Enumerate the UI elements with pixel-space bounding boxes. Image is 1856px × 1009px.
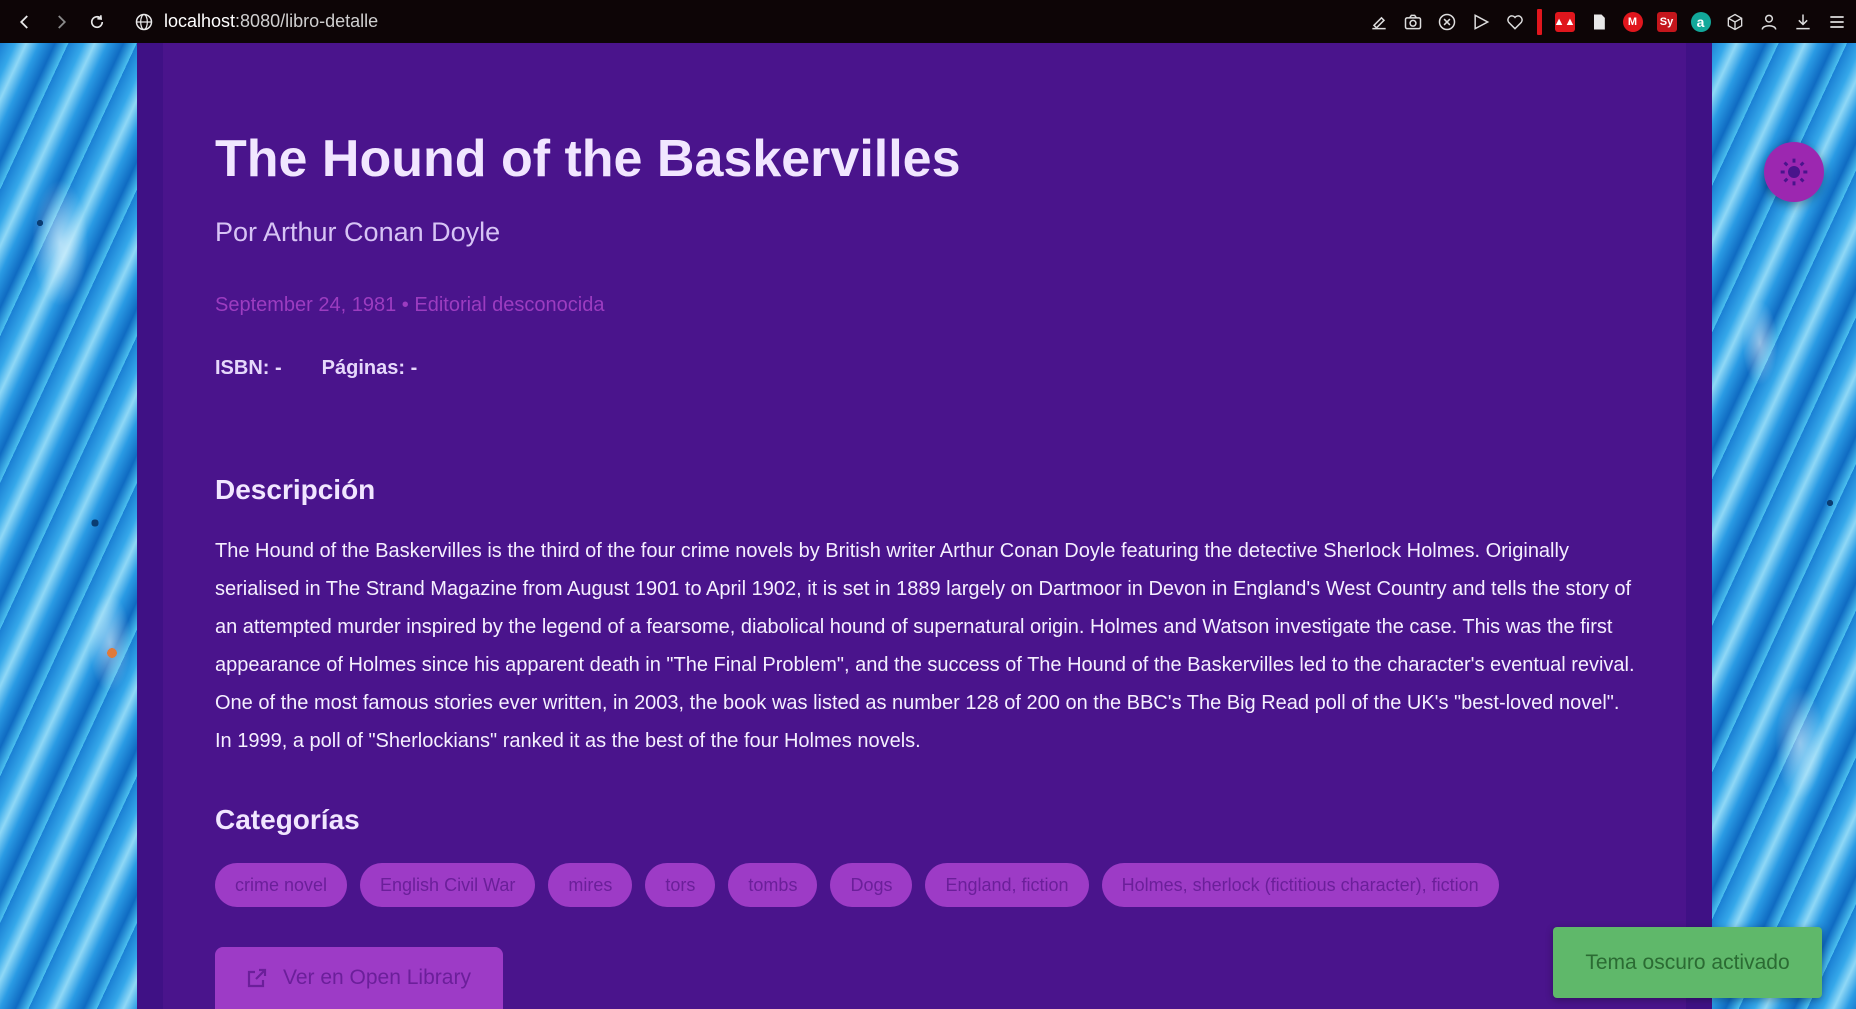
category-tag[interactable]: English Civil War xyxy=(360,863,536,907)
profile-button[interactable] xyxy=(1757,10,1780,33)
block-button[interactable] xyxy=(1435,10,1458,33)
theme-toggle-button[interactable] xyxy=(1764,142,1824,202)
sun-icon xyxy=(1780,158,1808,186)
extension-doc[interactable] xyxy=(1587,10,1610,33)
reload-icon xyxy=(90,14,104,28)
book-title: The Hound of the Baskervilles xyxy=(215,130,961,188)
category-tag[interactable]: Holmes, sherlock (fictitious character),… xyxy=(1101,863,1499,907)
open-library-label: Ver en Open Library xyxy=(283,966,471,989)
publication-meta: September 24, 1981 • Editorial desconoci… xyxy=(215,294,605,316)
category-tag[interactable]: England, fiction xyxy=(925,863,1089,907)
category-tag[interactable]: Dogs xyxy=(830,863,913,907)
category-tag[interactable]: mires xyxy=(548,863,633,907)
pages-value: Páginas: - xyxy=(321,357,418,379)
extension-sy[interactable]: Sy xyxy=(1655,10,1678,33)
book-description: The Hound of the Baskervilles is the thi… xyxy=(215,540,1635,752)
m-extension-icon: M xyxy=(1622,11,1643,32)
document-icon xyxy=(1593,14,1605,29)
menu-button[interactable] xyxy=(1825,10,1848,33)
favorite-button[interactable] xyxy=(1503,10,1526,33)
toast-notification: Tema oscuro activado xyxy=(1553,927,1822,998)
globe-icon xyxy=(135,13,153,30)
extension-mm[interactable]: ▲▲ xyxy=(1553,10,1576,33)
external-link-icon xyxy=(247,968,267,988)
screenshot-button[interactable] xyxy=(1401,10,1424,33)
address-bar[interactable]: localhost:8080/libro-detalle xyxy=(134,11,378,32)
block-icon xyxy=(1438,13,1455,30)
extension-m[interactable]: M xyxy=(1621,10,1644,33)
categories-heading: Categorías xyxy=(215,804,360,835)
edit-toolbar-button[interactable] xyxy=(1367,10,1390,33)
url-path: :8080/libro-detalle xyxy=(235,11,379,31)
send-icon xyxy=(1473,13,1489,30)
menu-icon xyxy=(1829,15,1844,28)
category-tag[interactable]: crime novel xyxy=(215,863,348,907)
book-specs: ISBN: - Páginas: - xyxy=(215,357,417,380)
user-icon xyxy=(1761,14,1776,30)
downloads-button[interactable] xyxy=(1791,10,1814,33)
cube-icon xyxy=(1727,13,1742,30)
extensions-bar: ▲▲ M Sy a xyxy=(1367,0,1848,43)
nav-controls xyxy=(0,11,108,33)
extension-a[interactable]: a xyxy=(1689,10,1712,33)
back-arrow-icon xyxy=(19,14,28,29)
open-library-button[interactable]: Ver en Open Library xyxy=(215,947,503,1009)
download-icon xyxy=(1795,14,1810,29)
reload-button[interactable] xyxy=(86,11,108,33)
category-tags: crime novel English Civil War mires tors… xyxy=(215,863,1499,907)
url-host: localhost xyxy=(164,11,236,31)
sy-extension-icon: Sy xyxy=(1656,11,1677,32)
separator-bar xyxy=(1537,8,1542,35)
send-button[interactable] xyxy=(1469,10,1492,33)
category-tag[interactable]: tors xyxy=(645,863,716,907)
category-tag[interactable]: tombs xyxy=(728,863,818,907)
forward-button[interactable] xyxy=(50,11,72,33)
edit-icon xyxy=(1371,16,1386,29)
camera-icon xyxy=(1404,14,1421,29)
back-button[interactable] xyxy=(14,11,36,33)
book-author: Por Arthur Conan Doyle xyxy=(215,217,501,247)
browser-toolbar: localhost:8080/libro-detalle ▲▲ M Sy a xyxy=(0,0,1856,43)
isbn-value: ISBN: - xyxy=(215,357,282,379)
heart-icon xyxy=(1506,14,1523,30)
a-extension-icon: a xyxy=(1690,11,1711,32)
mm-extension-icon: ▲▲ xyxy=(1554,11,1575,32)
description-heading: Descripción xyxy=(215,474,376,505)
forward-arrow-icon xyxy=(58,14,67,29)
extension-cube[interactable] xyxy=(1723,10,1746,33)
toast-message: Tema oscuro activado xyxy=(1585,950,1790,974)
